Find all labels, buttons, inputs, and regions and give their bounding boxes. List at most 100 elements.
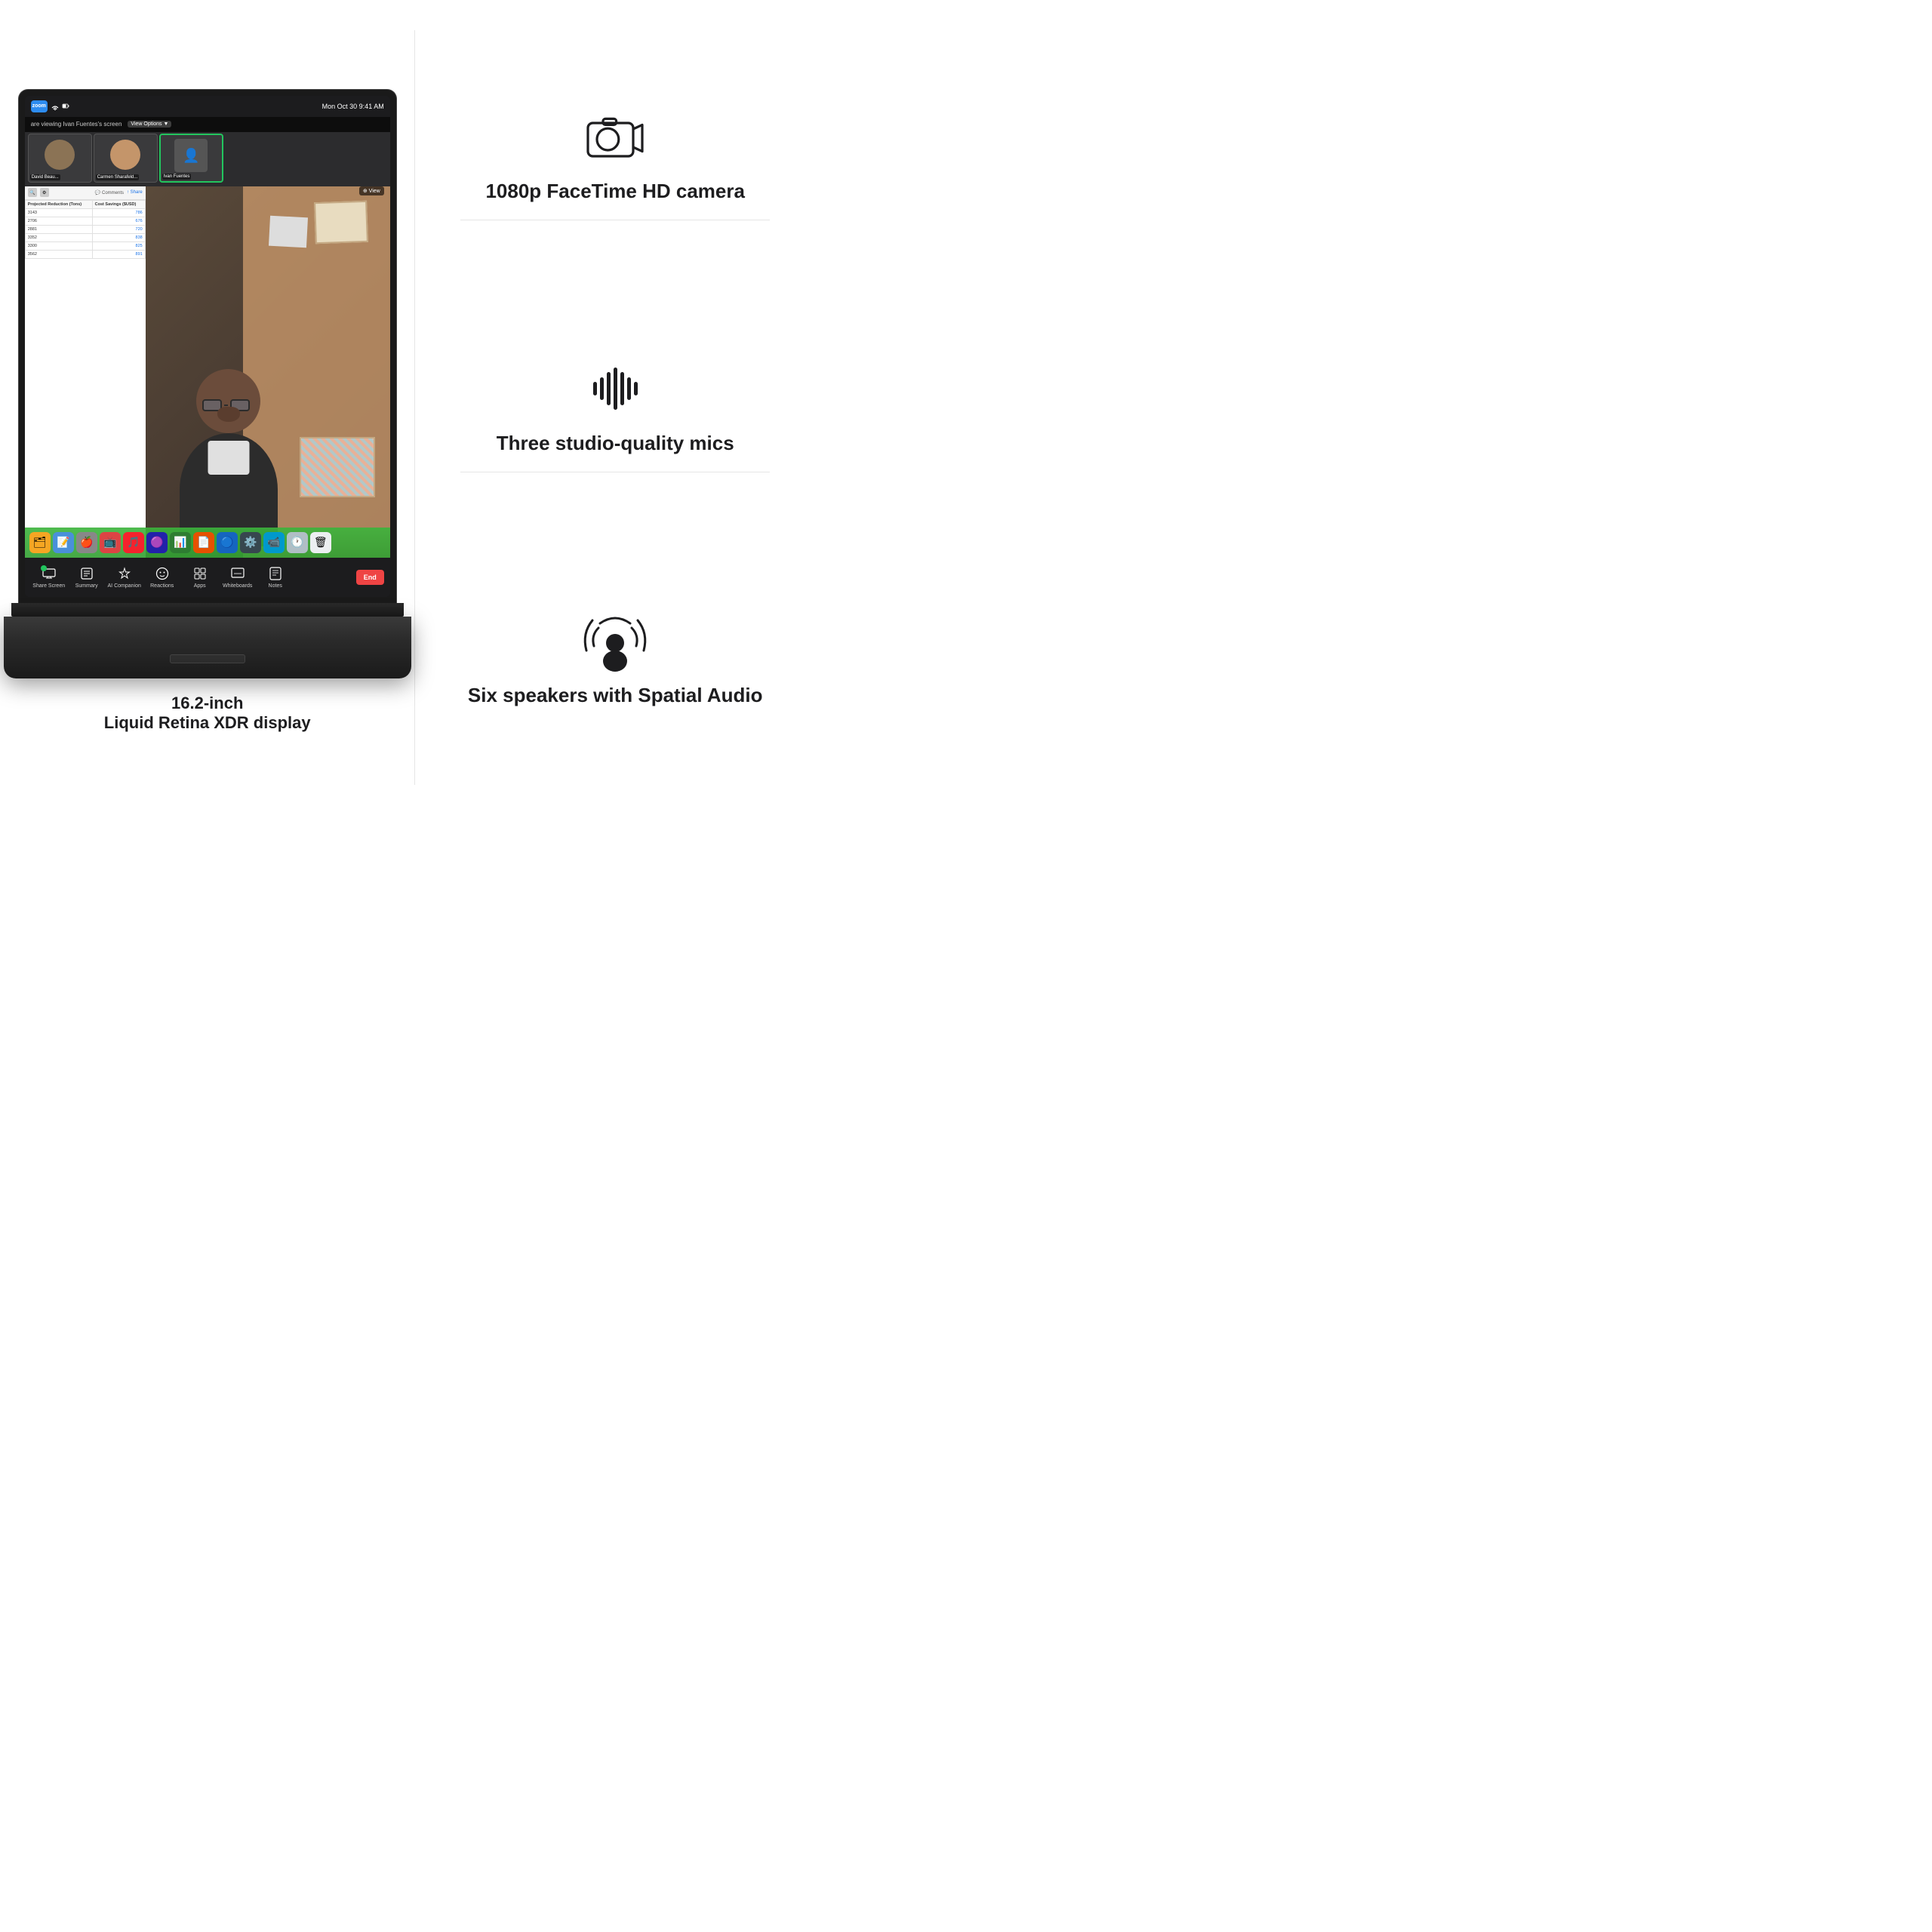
green-dot (41, 565, 47, 571)
zoom-time: Mon Oct 30 9:41 AM (322, 103, 384, 110)
cell-reduction: 2881 (25, 225, 92, 233)
toolbar-apps[interactable]: Apps (182, 565, 218, 589)
participant-thumbnail-ivan[interactable]: 👤 Ivan Fuentes (159, 134, 223, 183)
zoom-notif-text: are viewing Ivan Fuentes's screen (31, 121, 122, 128)
table-row: 3352 838 (25, 233, 145, 242)
toolbar-ai-companion[interactable]: AI Companion (106, 565, 143, 589)
ivan-label: Ivan Fuentes (162, 174, 192, 180)
table-row: 3143 786 (25, 208, 145, 217)
participant-thumbnail-carmen[interactable]: Carmen Sharafeld... (94, 134, 158, 183)
spreadsheet-table: Projected Reduction (Tons) Cost Savings … (25, 200, 146, 259)
zoom-notification-bar: are viewing Ivan Fuentes's screen View O… (25, 117, 390, 132)
macbook-base (4, 603, 411, 678)
carmen-face (94, 134, 157, 176)
mics-feature-icon (577, 358, 653, 419)
wave-bar-2 (600, 377, 604, 400)
dock-icon-apple[interactable]: 🍎 (76, 532, 97, 553)
speakers-feature-title: Six speakers with Spatial Audio (468, 683, 763, 709)
toolbar-whiteboards[interactable]: Whiteboards (220, 565, 256, 589)
comments-button[interactable]: 💬 Comments (95, 190, 124, 195)
filter-icon[interactable]: ⚙ (40, 188, 49, 197)
cork-note-1 (314, 200, 368, 243)
page-wrapper: zoom Mon Oct 30 9:41 AM are (0, 0, 815, 815)
share-button[interactable]: ↑ Share (127, 190, 143, 195)
macbook-touchpad (170, 654, 245, 663)
toolbar-notes[interactable]: Notes (257, 565, 294, 589)
table-row: 3300 825 (25, 242, 145, 250)
toolbar-reactions[interactable]: Reactions (144, 565, 180, 589)
notes-icon (267, 565, 284, 582)
zoom-logo-area: zoom (31, 100, 69, 112)
zoom-view-button[interactable]: ⊕ View (359, 186, 384, 195)
reactions-icon (154, 565, 171, 582)
cell-savings: 891 (92, 250, 145, 258)
zoom-thumbnails: David Beau... Carmen Sharafeld... 👤 (25, 132, 390, 185)
speakers-feature-icon (577, 611, 653, 671)
cell-reduction: 2706 (25, 217, 92, 225)
dock-icon-unknown[interactable]: 🟣 (146, 532, 168, 553)
macbook-bottom (4, 617, 411, 678)
reactions-label: Reactions (150, 583, 174, 589)
toolbar-summary[interactable]: Summary (69, 565, 105, 589)
dock-icon-numbers[interactable]: 📊 (170, 532, 191, 553)
feature-camera: 1080p FaceTime HD camera (460, 91, 770, 220)
apps-label: Apps (194, 583, 206, 589)
ai-svg (118, 567, 131, 580)
apps-icon (192, 565, 208, 582)
cell-savings: 838 (92, 233, 145, 242)
cell-reduction: 3143 (25, 208, 92, 217)
zoom-logo-text: zoom (32, 103, 46, 109)
battery-icon (62, 103, 69, 110)
whiteboards-icon (229, 565, 246, 582)
col-header-savings: Cost Savings ($USD) (92, 200, 145, 208)
david-label: David Beau... (30, 174, 60, 180)
zoom-view-options-button[interactable]: View Options ▼ (128, 121, 171, 128)
wave-bar-1 (593, 382, 597, 395)
reactions-svg (155, 567, 169, 580)
search-icon[interactable]: 🔍 (28, 188, 37, 197)
dock-icon-settings[interactable]: ⚙️ (240, 532, 261, 553)
summary-svg (80, 567, 94, 580)
wave-bar-3 (607, 372, 611, 405)
right-section: 1080p FaceTime HD camera Three studio-qu… (415, 0, 815, 815)
ivan-face: 👤 (161, 135, 222, 177)
participant-thumbnail-david[interactable]: David Beau... (28, 134, 92, 183)
display-label-line1: 16.2-inch (104, 694, 311, 713)
wave-bar-5 (620, 372, 624, 405)
cell-reduction: 3300 (25, 242, 92, 250)
cell-savings: 676 (92, 217, 145, 225)
toolbar-share-screen[interactable]: Share Screen (31, 565, 67, 589)
wave-bar-7 (634, 382, 638, 395)
dock-icon-pages[interactable]: 📄 (193, 532, 214, 553)
spreadsheet-toolbar: 🔍 ⚙ 💬 Comments ↑ Share (25, 186, 146, 200)
cell-savings: 786 (92, 208, 145, 217)
zoom-topbar: zoom Mon Oct 30 9:41 AM (25, 96, 390, 117)
ivan-avatar: 👤 (174, 139, 208, 172)
spreadsheet-area: 🔍 ⚙ 💬 Comments ↑ Share Projected Reducti… (25, 186, 146, 558)
dock-icon-tv[interactable]: 📺 (100, 532, 121, 553)
camera-svg (585, 114, 645, 159)
camera-feature-title: 1080p FaceTime HD camera (485, 179, 745, 205)
summary-icon (78, 565, 95, 582)
dock-icon-finder[interactable]: 🗂 (29, 532, 51, 553)
zoom-dock: 🗂 📝 🍎 📺 🎵 🟣 📊 📄 🔵 ⚙️ 📹 🕐 (25, 528, 390, 558)
zoom-logo-button[interactable]: zoom (31, 100, 48, 112)
david-avatar (45, 140, 75, 170)
person-video (146, 186, 390, 558)
dock-icon-clock[interactable]: 🕐 (287, 532, 308, 553)
left-section: zoom Mon Oct 30 9:41 AM are (0, 0, 414, 815)
end-call-button[interactable]: End (356, 570, 384, 585)
summary-label: Summary (75, 583, 98, 589)
zoom-ui: zoom Mon Oct 30 9:41 AM are (25, 96, 390, 597)
macbook-screen-outer: zoom Mon Oct 30 9:41 AM are (19, 90, 396, 603)
share-screen-label: Share Screen (32, 583, 65, 589)
table-row: 2706 676 (25, 217, 145, 225)
dock-icon-app[interactable]: 🔵 (217, 532, 238, 553)
dock-icon-trash[interactable]: 🗑 (310, 532, 331, 553)
whiteboards-label: Whiteboards (223, 583, 252, 589)
spatial-audio-svg (577, 607, 653, 675)
dock-icon-zoom[interactable]: 📹 (263, 532, 285, 553)
dock-icon-music[interactable]: 🎵 (123, 532, 144, 553)
zoom-signal-icons (51, 103, 69, 110)
dock-icon-notes[interactable]: 📝 (53, 532, 74, 553)
